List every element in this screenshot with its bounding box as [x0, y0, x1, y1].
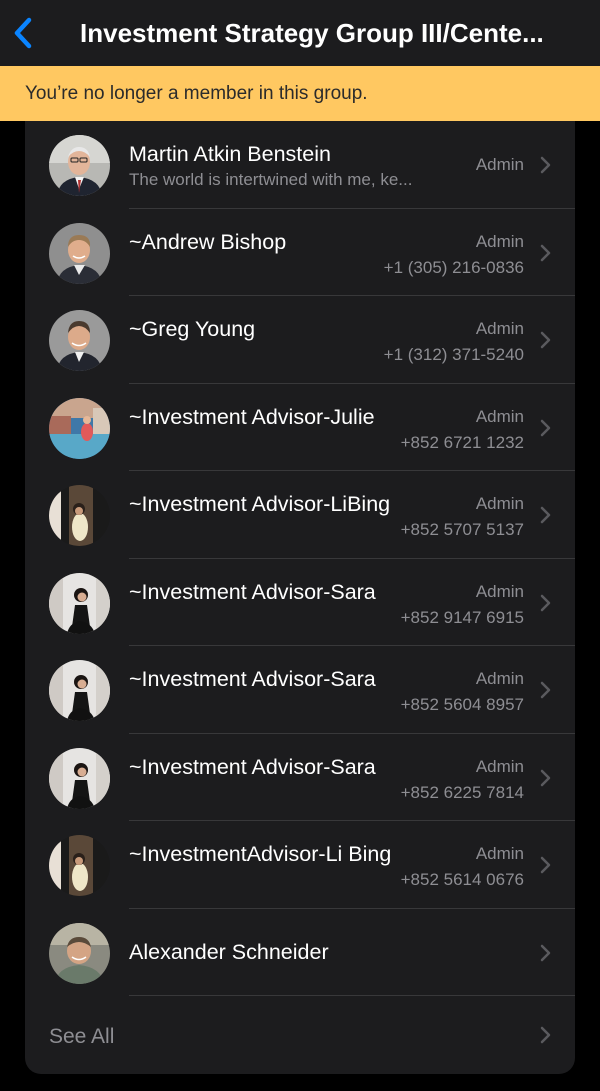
member-row[interactable]: ~InvestmentAdvisor-Li Bing Admin +852 56…: [25, 821, 575, 909]
members-list: Martin Atkin Benstein The world is inter…: [25, 121, 575, 1074]
avatar: [49, 747, 110, 809]
member-phone: +852 5707 5137: [400, 520, 524, 539]
member-row[interactable]: ~Investment Advisor-Sara Admin +852 9147…: [25, 559, 575, 646]
member-phone: +852 6225 7814: [400, 782, 524, 802]
banner-text: You’re no longer a member in this group.: [25, 83, 368, 104]
member-name: ~Investment Advisor-LiBing: [129, 492, 391, 516]
group-title: Investment Strategy Group III/Cente...: [80, 18, 544, 48]
member-name: ~Andrew Bishop: [129, 229, 287, 254]
member-phone: +852 5614 0676: [400, 870, 524, 889]
admin-badge: Admin: [475, 844, 524, 863]
avatar: [49, 222, 110, 284]
admin-badge: Admin: [475, 581, 524, 601]
chevron-right-icon: [540, 1026, 551, 1044]
avatar: [49, 922, 110, 984]
membership-banner: You’re no longer a member in this group.: [0, 66, 600, 121]
member-name: ~Greg Young: [129, 317, 256, 341]
member-row[interactable]: ~Andrew Bishop Admin +1 (305) 216-0836: [25, 209, 575, 296]
avatar: [49, 660, 110, 721]
member-name: ~Investment Advisor-Sara: [129, 754, 376, 779]
member-phone: +1 (305) 216-0836: [383, 257, 524, 277]
admin-badge: Admin: [475, 319, 524, 338]
avatar: [49, 485, 110, 546]
chevron-right-icon: [540, 331, 551, 349]
member-row[interactable]: ~Investment Advisor-Sara Admin +852 6225…: [25, 734, 575, 821]
see-all-button[interactable]: See All: [25, 996, 575, 1074]
nav-bar: Investment Strategy Group III/Cente...: [0, 0, 600, 66]
member-name: ~InvestmentAdvisor-Li Bing: [129, 842, 392, 866]
see-all-label: See All: [49, 1025, 115, 1048]
member-name: Alexander Schneider: [129, 939, 329, 964]
chevron-left-icon: [14, 17, 32, 49]
member-name: ~Investment Advisor-Sara: [129, 667, 376, 691]
member-name: ~Investment Advisor-Sara: [129, 579, 376, 604]
member-row[interactable]: ~Investment Advisor-Julie Admin +852 672…: [25, 384, 575, 471]
chevron-right-icon: [540, 681, 551, 699]
chevron-right-icon: [540, 419, 551, 436]
member-name: Martin Atkin Benstein: [129, 142, 331, 166]
admin-badge: Admin: [475, 669, 524, 688]
avatar: [49, 310, 110, 371]
member-row[interactable]: Martin Atkin Benstein The world is inter…: [25, 121, 575, 209]
member-row[interactable]: ~Investment Advisor-Sara Admin +852 5604…: [25, 646, 575, 734]
avatar: [49, 397, 110, 459]
avatar: [49, 135, 110, 196]
member-row[interactable]: ~Greg Young Admin +1 (312) 371-5240: [25, 296, 575, 384]
member-status: The world is intertwined with me, ke...: [129, 170, 413, 189]
avatar: [49, 572, 110, 634]
admin-badge: Admin: [475, 231, 524, 251]
avatar: [49, 835, 110, 896]
member-name: ~Investment Advisor-Julie: [129, 404, 375, 429]
admin-badge: Admin: [475, 406, 524, 426]
chevron-right-icon: [540, 769, 551, 786]
chevron-right-icon: [540, 244, 551, 261]
member-phone: +1 (312) 371-5240: [383, 345, 524, 364]
back-button[interactable]: [10, 14, 38, 52]
member-phone: +852 9147 6915: [400, 607, 524, 627]
chevron-right-icon: [540, 594, 551, 611]
member-phone: +852 6721 1232: [400, 432, 524, 452]
chevron-right-icon: [540, 156, 551, 174]
admin-badge: Admin: [475, 756, 524, 776]
admin-badge: Admin: [475, 494, 524, 513]
chevron-right-icon: [540, 944, 551, 961]
chevron-right-icon: [540, 506, 551, 524]
admin-badge: Admin: [475, 155, 524, 174]
member-row[interactable]: ~Investment Advisor-LiBing Admin +852 57…: [25, 471, 575, 559]
chevron-right-icon: [540, 856, 551, 874]
member-phone: +852 5604 8957: [400, 695, 524, 714]
member-row[interactable]: Alexander Schneider: [25, 909, 575, 996]
